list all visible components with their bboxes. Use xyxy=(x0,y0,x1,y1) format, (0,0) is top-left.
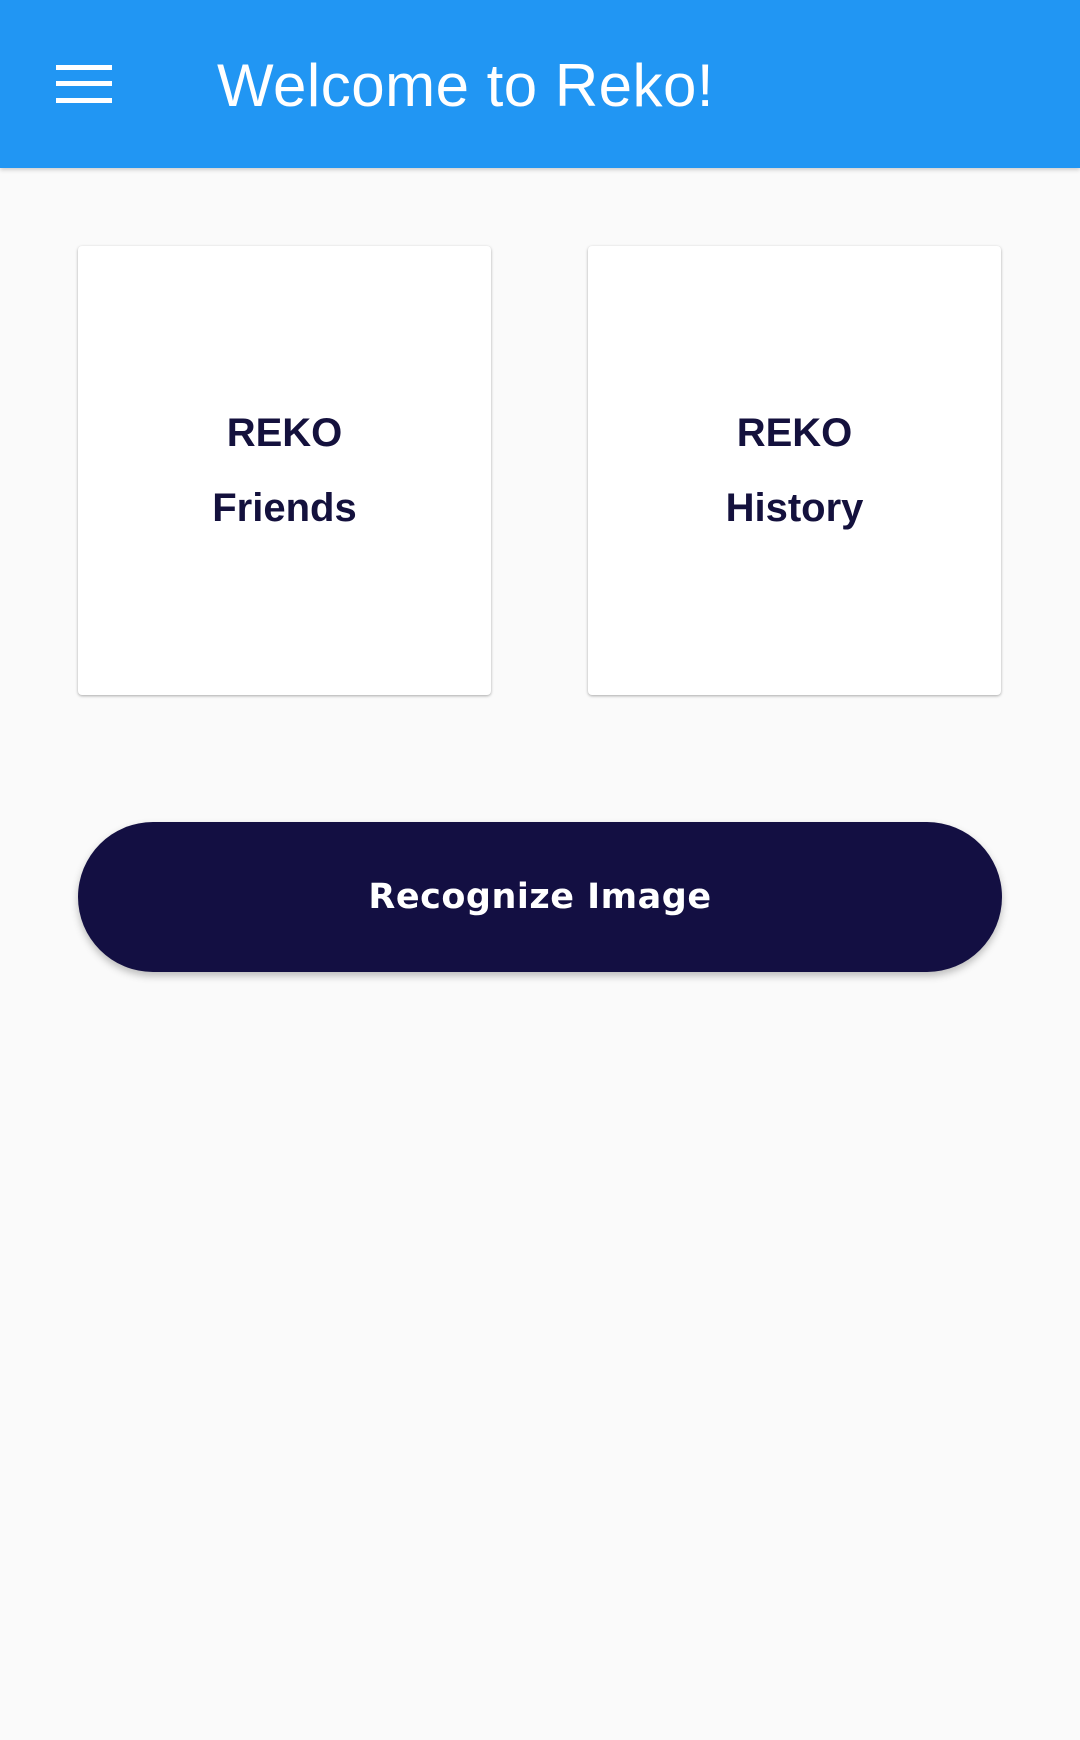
hamburger-menu-icon xyxy=(56,65,112,103)
card-subtitle: Friends xyxy=(212,485,357,530)
reko-friends-card[interactable]: REKO Friends xyxy=(78,246,491,695)
page-title: Welcome to Reko! xyxy=(217,52,715,119)
menu-button[interactable] xyxy=(40,42,128,126)
card-title: REKO xyxy=(736,410,853,455)
app-screen: Welcome to Reko! REKO Friends REKO Histo… xyxy=(0,0,1080,1740)
recognize-image-button[interactable]: Recognize Image xyxy=(78,822,1002,972)
reko-history-card[interactable]: REKO History xyxy=(588,246,1001,695)
card-title: REKO xyxy=(226,410,343,455)
card-subtitle: History xyxy=(725,485,864,530)
app-bar: Welcome to Reko! xyxy=(0,0,1080,168)
